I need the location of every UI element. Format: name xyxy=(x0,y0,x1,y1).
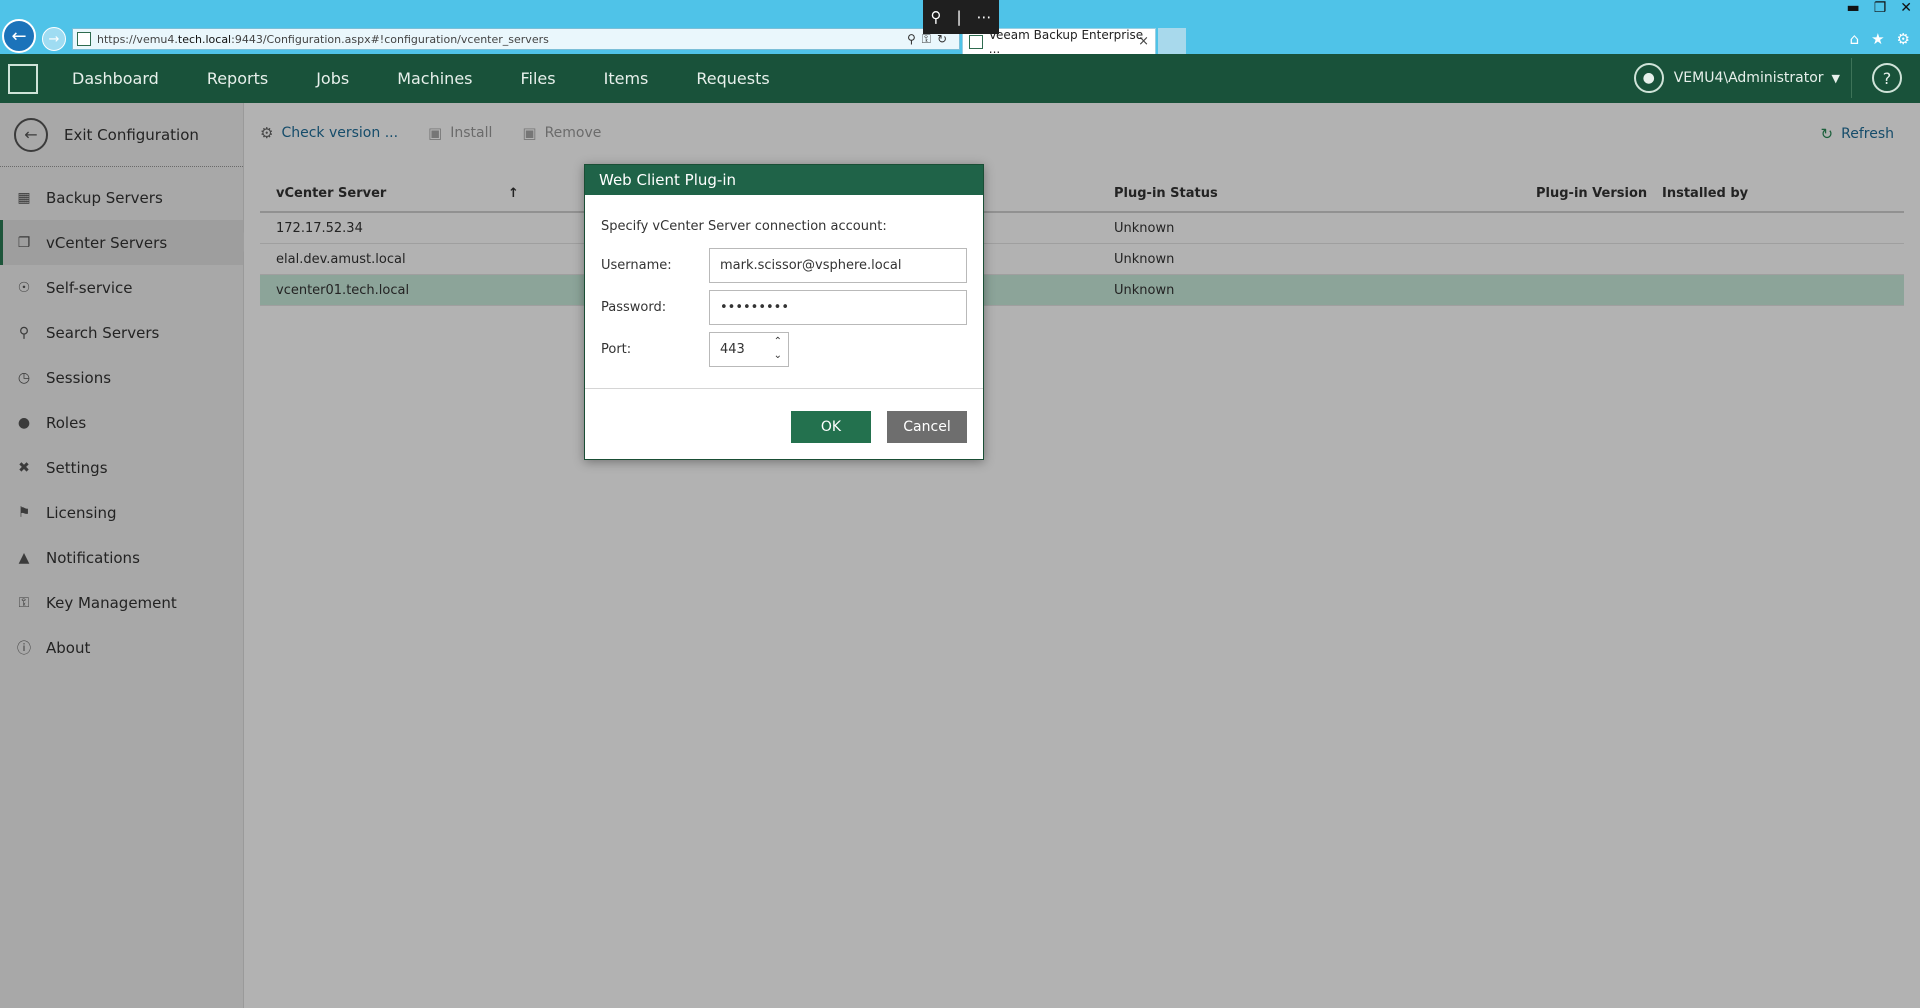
password-field[interactable] xyxy=(709,290,967,325)
chevron-down-icon[interactable]: ⌄ xyxy=(774,349,782,363)
more-icon[interactable]: ⋯ xyxy=(976,8,991,26)
address-bar[interactable]: https://vemu4.tech.local:9443/Configurat… xyxy=(72,28,960,50)
avatar-icon: ● xyxy=(1633,63,1664,93)
app-header: Dashboard Reports Jobs Machines Files It… xyxy=(0,54,1920,103)
tab-title: Veeam Backup Enterprise ... xyxy=(988,27,1144,56)
lock-icon[interactable]: ⚿ xyxy=(922,32,937,46)
cancel-button[interactable]: Cancel xyxy=(887,411,967,443)
arrow-right-icon: → xyxy=(48,31,60,47)
nav-items[interactable]: Items xyxy=(604,69,649,88)
browser-toolbar: ← → https://vemu4.tech.local:9443/Config… xyxy=(0,0,1920,56)
zoom-icon[interactable]: ⚲ xyxy=(930,8,941,26)
nav-dashboard[interactable]: Dashboard xyxy=(72,69,159,88)
close-icon[interactable]: ✕ xyxy=(1900,0,1912,16)
arrow-left-icon: ← xyxy=(11,25,27,47)
address-bar-icons: ⚲⚿↻ xyxy=(907,32,953,47)
dialog-intro: Specify vCenter Server connection accoun… xyxy=(601,219,887,234)
username-label: Username: xyxy=(601,258,672,273)
reload-icon[interactable]: ↻ xyxy=(937,32,953,46)
dialog-buttons: OK Cancel xyxy=(791,411,967,443)
port-row: Port: ⌃ ⌄ xyxy=(601,332,967,367)
restore-icon[interactable]: ❐ xyxy=(1874,0,1887,16)
tab-close-icon[interactable]: × xyxy=(1138,34,1149,49)
nav-files[interactable]: Files xyxy=(521,69,556,88)
username-field[interactable] xyxy=(709,248,967,283)
password-row: Password: xyxy=(601,290,967,325)
favorites-star-icon[interactable]: ★ xyxy=(1871,30,1884,48)
header-divider xyxy=(1851,58,1852,98)
port-label: Port: xyxy=(601,342,632,357)
home-icon[interactable]: ⌂ xyxy=(1850,30,1860,48)
main-nav: Dashboard Reports Jobs Machines Files It… xyxy=(72,69,818,88)
browser-back-button[interactable]: ← xyxy=(2,19,36,53)
username-row: Username: xyxy=(601,248,967,283)
address-url: https://vemu4.tech.local:9443/Configurat… xyxy=(97,32,549,46)
separator: | xyxy=(956,8,962,26)
help-button[interactable]: ? xyxy=(1872,63,1902,93)
site-favicon-icon xyxy=(77,32,91,46)
chevron-down-icon: ▼ xyxy=(1831,71,1840,85)
user-name: VEMU4\Administrator xyxy=(1673,70,1824,86)
app-logo[interactable] xyxy=(0,54,46,103)
nav-machines[interactable]: Machines xyxy=(397,69,472,88)
logo-icon xyxy=(8,63,38,94)
web-client-plugin-dialog: Web Client Plug-in Specify vCenter Serve… xyxy=(584,164,984,460)
chevron-up-icon[interactable]: ⌃ xyxy=(774,335,782,349)
dialog-body: Specify vCenter Server connection accoun… xyxy=(585,195,983,389)
minimize-icon[interactable]: ▬ xyxy=(1846,0,1859,16)
browser-forward-button[interactable]: → xyxy=(42,27,66,51)
zoom-popup: ⚲ | ⋯ xyxy=(923,0,999,34)
browser-tools: ⌂ ★ ⚙ xyxy=(1850,30,1910,48)
user-menu[interactable]: ● VEMU4\Administrator ▼ xyxy=(1633,63,1840,93)
tab-favicon-icon xyxy=(969,34,983,49)
new-tab-button[interactable] xyxy=(1158,28,1186,54)
nav-reports[interactable]: Reports xyxy=(207,69,268,88)
gear-icon[interactable]: ⚙ xyxy=(1897,30,1910,48)
password-label: Password: xyxy=(601,300,667,315)
dialog-title: Web Client Plug-in xyxy=(585,165,983,195)
port-field[interactable] xyxy=(710,334,760,365)
port-spinner: ⌃ ⌄ xyxy=(774,335,782,363)
nav-jobs[interactable]: Jobs xyxy=(316,69,349,88)
port-stepper[interactable]: ⌃ ⌄ xyxy=(709,332,789,367)
ok-button[interactable]: OK xyxy=(791,411,871,443)
window-controls: ▬ ❐ ✕ xyxy=(1846,0,1912,16)
search-icon[interactable]: ⚲ xyxy=(907,32,922,46)
nav-requests[interactable]: Requests xyxy=(696,69,769,88)
